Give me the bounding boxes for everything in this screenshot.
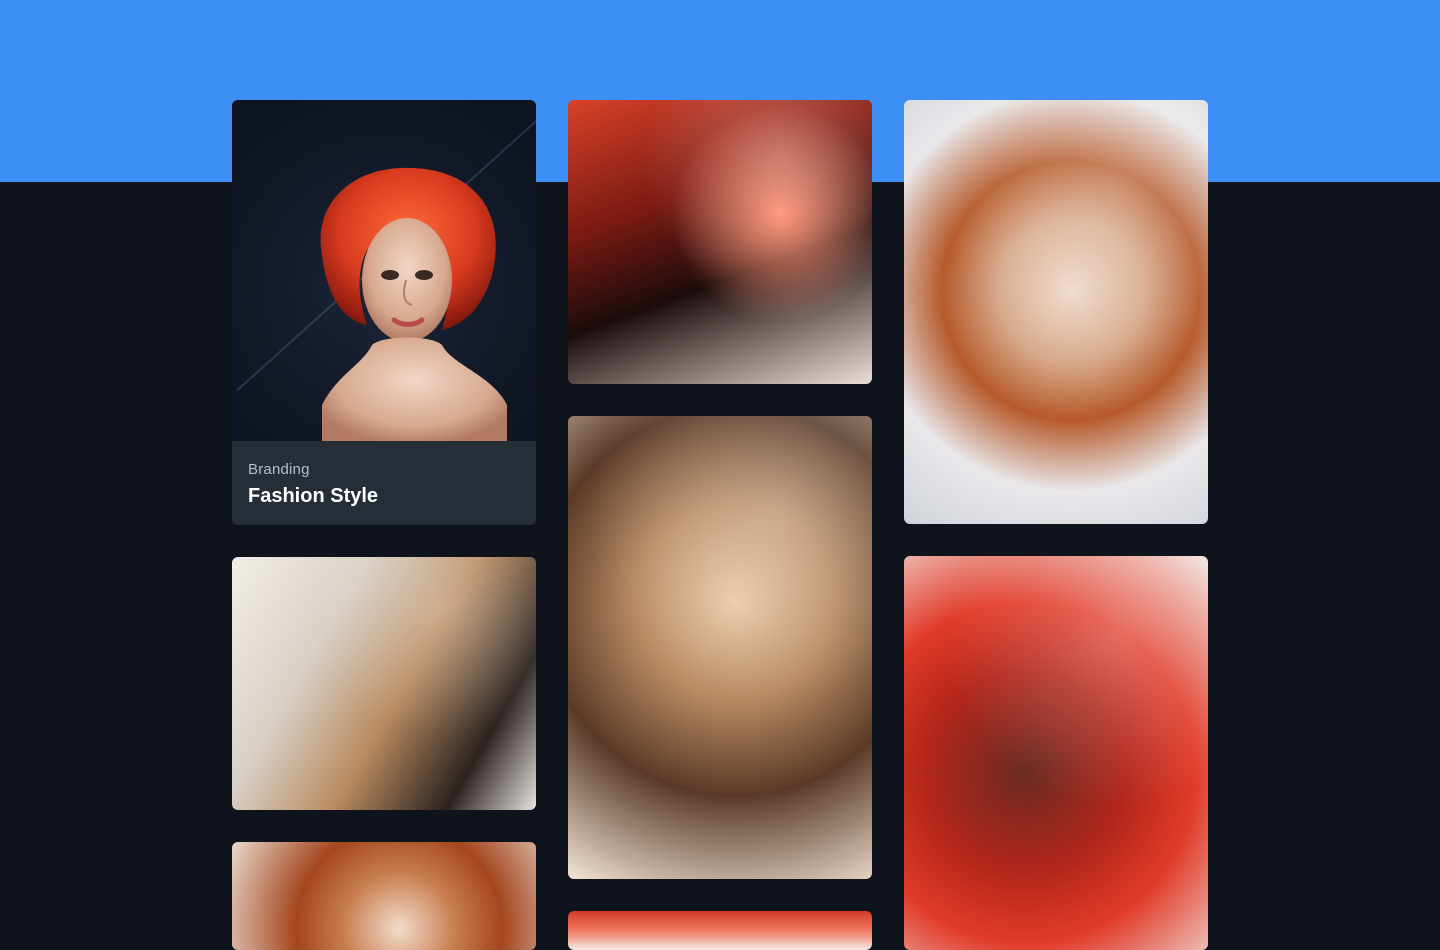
gallery-item-windblown-redhead[interactable] — [232, 842, 536, 950]
image-highlight — [904, 100, 1208, 524]
featured-gallery-card[interactable]: Branding Fashion Style — [232, 100, 536, 525]
gallery-item-red-dress-hat[interactable] — [904, 556, 1208, 950]
card-title: Fashion Style — [248, 485, 379, 507]
image-highlight — [568, 416, 872, 879]
portrait-illustration — [320, 167, 507, 445]
gallery-item-partial-red[interactable] — [568, 911, 872, 950]
card-category-label: Branding — [248, 461, 310, 478]
image-highlight — [232, 557, 536, 810]
featured-portrait-image — [232, 100, 536, 445]
image-gallery: Branding Fashion Style — [232, 100, 1208, 950]
card-footer: Branding Fashion Style — [232, 441, 536, 525]
gallery-item-flowing-hair[interactable] — [232, 557, 536, 810]
windblown-redhead-image — [232, 842, 536, 950]
gallery-item-copper-hair[interactable] — [904, 100, 1208, 524]
partial-red-fabric-image — [568, 911, 872, 950]
gallery-item-red-hat-roses[interactable] — [568, 100, 872, 384]
image-highlight — [568, 100, 872, 384]
gallery-item-veiled-portrait[interactable] — [568, 416, 872, 879]
image-highlight — [904, 556, 1208, 950]
